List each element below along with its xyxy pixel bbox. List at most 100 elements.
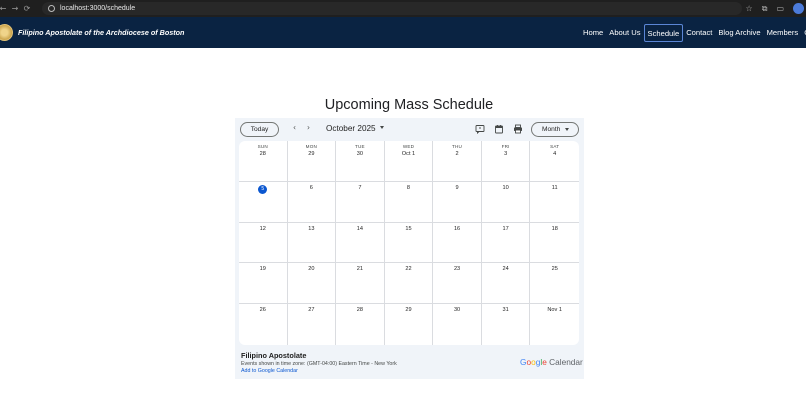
month-label[interactable]: October 2025	[326, 124, 376, 133]
next-month-icon[interactable]: ›	[307, 123, 310, 132]
day-number[interactable]: 30	[336, 151, 384, 157]
day-cell[interactable]: 19	[239, 263, 288, 305]
day-cell[interactable]: 26	[239, 304, 288, 345]
day-number[interactable]: 12	[239, 226, 287, 232]
profile-avatar[interactable]	[793, 3, 804, 14]
day-number[interactable]: 30	[433, 307, 481, 313]
day-number[interactable]: 31	[482, 307, 530, 313]
day-number[interactable]: 13	[288, 226, 336, 232]
day-number[interactable]: 17	[482, 226, 530, 232]
side-panel-icon[interactable]: ▭	[776, 4, 784, 13]
nav-blog-archive[interactable]: Blog Archive	[715, 24, 763, 42]
day-number[interactable]: 7	[336, 185, 384, 191]
day-cell[interactable]: THU 2	[433, 141, 482, 182]
calendar-icon[interactable]	[494, 124, 504, 134]
day-cell[interactable]: 30	[433, 304, 482, 345]
day-number[interactable]: 29	[385, 307, 433, 313]
day-number[interactable]: 18	[530, 226, 579, 232]
day-number[interactable]: 14	[336, 226, 384, 232]
day-number[interactable]: 19	[239, 266, 287, 272]
day-cell[interactable]: 22	[384, 263, 434, 305]
day-number[interactable]: 10	[482, 185, 530, 191]
day-cell[interactable]: FRI 3	[481, 141, 531, 182]
day-cell[interactable]: 10	[481, 181, 531, 223]
day-cell[interactable]: 12	[239, 222, 288, 264]
forward-icon[interactable]: →	[9, 4, 21, 13]
day-number[interactable]: 16	[433, 226, 481, 232]
day-number[interactable]: Oct 1	[385, 151, 433, 157]
nav-about-us[interactable]: About Us	[606, 24, 643, 42]
day-number[interactable]: 2	[433, 151, 481, 157]
today-indicator[interactable]: 5	[258, 184, 268, 194]
day-number[interactable]: 5	[239, 184, 287, 194]
day-number[interactable]: 21	[336, 266, 384, 272]
day-cell[interactable]: 28	[336, 304, 385, 345]
day-cell[interactable]: 5	[239, 181, 288, 223]
day-number[interactable]: Nov 1	[530, 307, 579, 313]
day-cell[interactable]: TUE 30	[336, 141, 385, 182]
bookmark-star-icon[interactable]: ☆	[746, 4, 753, 13]
day-number[interactable]: 8	[385, 185, 433, 191]
feedback-icon[interactable]	[475, 124, 485, 134]
site-info-icon[interactable]	[48, 5, 55, 12]
nav-gallery[interactable]: Ga	[801, 24, 806, 42]
back-icon[interactable]: ←	[0, 4, 9, 13]
day-cell[interactable]: WED Oct 1	[384, 141, 434, 182]
address-bar[interactable]: localhost:3000/schedule	[42, 2, 742, 15]
site-title[interactable]: Filipino Apostolate of the Archdiocese o…	[18, 28, 184, 37]
day-cell[interactable]: 13	[287, 222, 337, 264]
day-number[interactable]: 11	[530, 185, 579, 191]
day-number[interactable]: 6	[288, 185, 336, 191]
day-number[interactable]: 4	[530, 151, 579, 157]
add-to-google-calendar-link[interactable]: Add to Google Calendar	[241, 368, 298, 374]
day-cell[interactable]: 27	[288, 304, 337, 345]
day-cell[interactable]: 15	[384, 222, 434, 264]
nav-contact[interactable]: Contact	[683, 24, 715, 42]
archdiocese-logo[interactable]	[0, 24, 13, 41]
day-cell[interactable]: 8	[384, 181, 434, 223]
day-number[interactable]: 3	[482, 151, 530, 157]
day-cell[interactable]: 6	[287, 181, 337, 223]
day-number[interactable]: 15	[385, 226, 433, 232]
day-number[interactable]: 29	[288, 151, 336, 157]
nav-home[interactable]: Home	[580, 24, 606, 42]
day-cell[interactable]: 9	[433, 181, 482, 223]
day-cell[interactable]: 14	[336, 222, 385, 264]
day-cell[interactable]: 25	[530, 263, 579, 305]
day-number[interactable]: 23	[433, 266, 481, 272]
day-cell[interactable]: 17	[481, 222, 531, 264]
view-select-button[interactable]: Month	[531, 122, 579, 137]
extensions-icon[interactable]: ⧉	[762, 4, 768, 14]
nav-members[interactable]: Members	[764, 24, 802, 42]
day-cell[interactable]: Nov 1	[530, 304, 579, 345]
day-number[interactable]: 25	[530, 266, 579, 272]
day-number[interactable]: 20	[288, 266, 336, 272]
day-cell[interactable]: 24	[481, 263, 531, 305]
day-cell[interactable]: 31	[482, 304, 531, 345]
day-cell[interactable]: 11	[530, 182, 579, 223]
day-number[interactable]: 28	[239, 151, 287, 157]
google-calendar-logo[interactable]: Google Calendar	[520, 357, 583, 367]
day-cell[interactable]: SUN 28	[239, 141, 288, 182]
month-dropdown-icon[interactable]	[380, 126, 384, 129]
prev-month-icon[interactable]: ‹	[293, 123, 296, 132]
day-number[interactable]: 9	[433, 185, 481, 191]
day-number[interactable]: 22	[385, 266, 433, 272]
day-number[interactable]: 24	[482, 266, 530, 272]
day-cell[interactable]: 29	[385, 304, 434, 345]
day-cell[interactable]: SAT 4	[530, 141, 579, 182]
day-number[interactable]: 28	[336, 307, 384, 313]
today-button[interactable]: Today	[240, 122, 279, 137]
reload-icon[interactable]: ⟳	[21, 4, 33, 13]
day-cell[interactable]: MON 29	[287, 141, 337, 182]
day-cell[interactable]: 21	[336, 263, 385, 305]
day-cell[interactable]: 16	[433, 222, 482, 264]
day-cell[interactable]: 20	[287, 263, 337, 305]
day-number[interactable]: 27	[288, 307, 336, 313]
day-cell[interactable]: 7	[336, 181, 385, 223]
day-cell[interactable]: 18	[530, 223, 579, 264]
print-icon[interactable]	[513, 124, 523, 134]
nav-schedule[interactable]: Schedule	[643, 24, 684, 42]
day-number[interactable]: 26	[239, 307, 287, 313]
day-cell[interactable]: 23	[433, 263, 482, 305]
